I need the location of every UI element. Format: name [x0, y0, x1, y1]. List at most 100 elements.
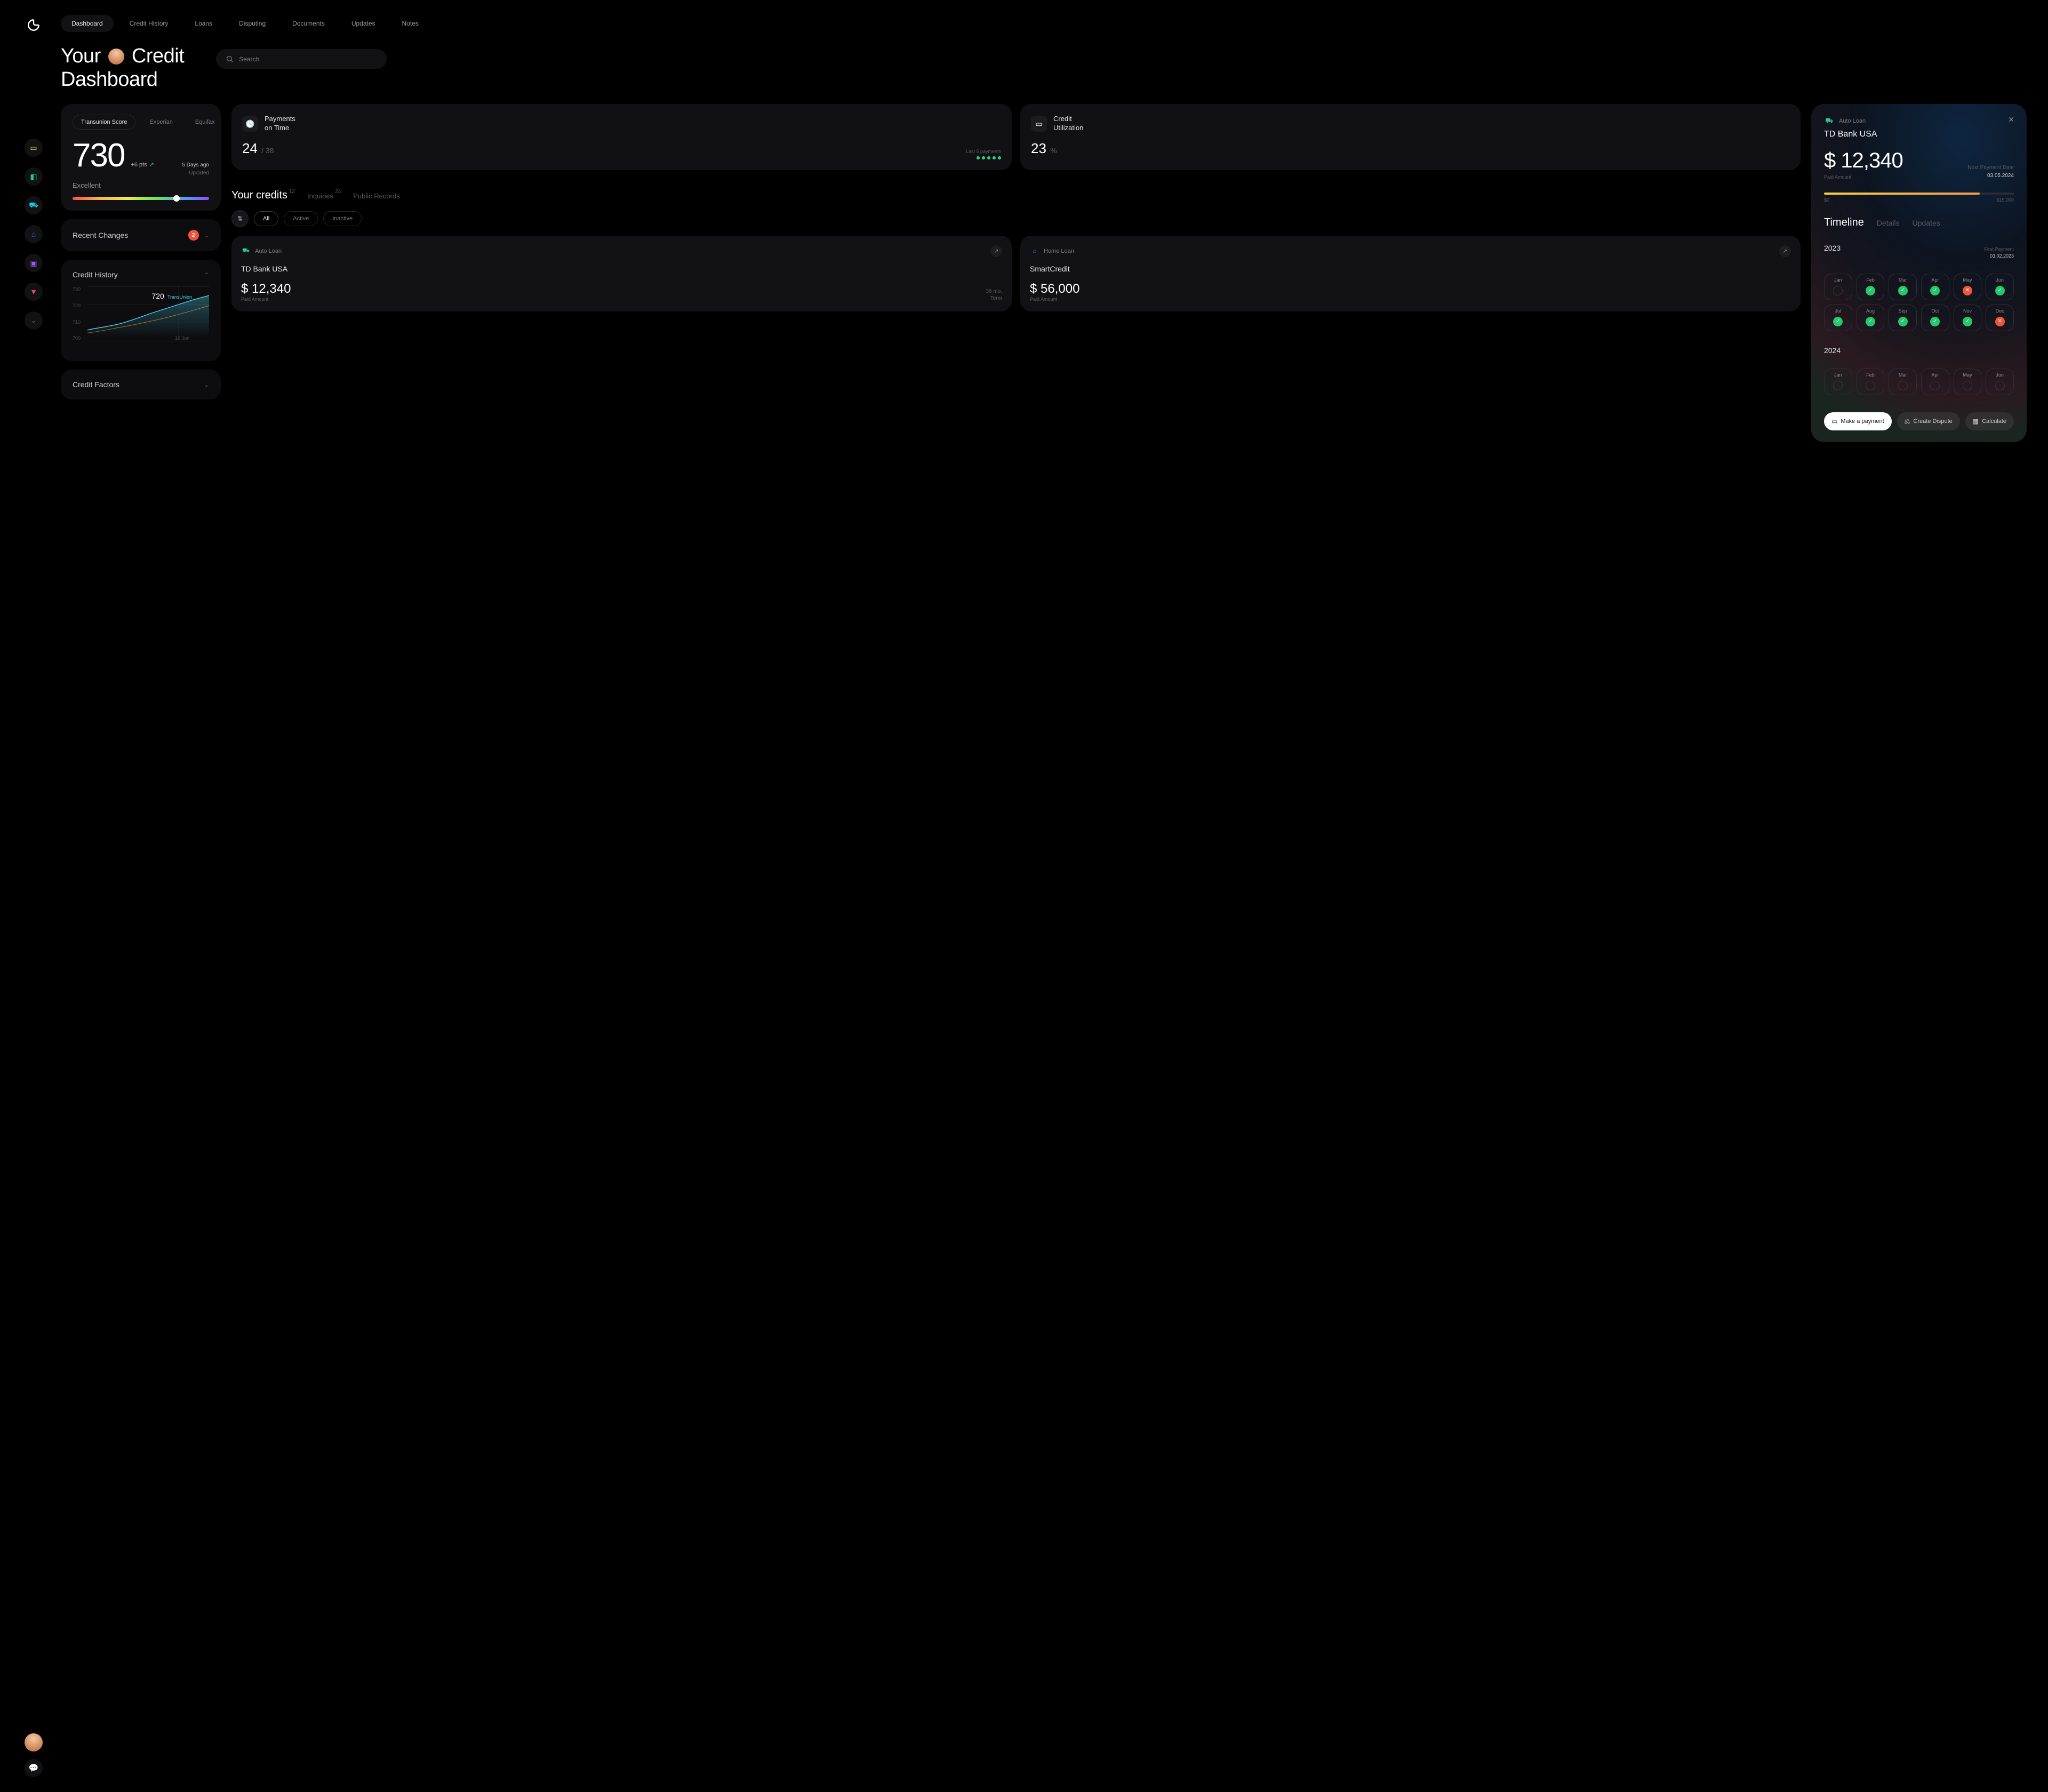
- search-input[interactable]: Search: [216, 49, 387, 69]
- card-icon: ▭: [1031, 116, 1047, 132]
- month-cell[interactable]: Jan: [1824, 369, 1852, 395]
- month-cell[interactable]: Feb: [1857, 369, 1885, 395]
- expand-icon[interactable]: ↗: [990, 245, 1002, 257]
- bureau-tab-transunion[interactable]: Transunion Score: [73, 115, 135, 130]
- chat-icon[interactable]: 💬: [25, 1759, 43, 1777]
- month-cell[interactable]: Jul✓: [1824, 305, 1852, 331]
- month-label: Apr: [1931, 372, 1939, 378]
- month-cell[interactable]: Sep✓: [1889, 305, 1917, 331]
- loan-card-td-bank[interactable]: ⛟ Auto Loan ↗ TD Bank USA $ 12,340 Paid …: [231, 236, 1012, 311]
- credit-utilization-card[interactable]: ▭ CreditUtilization 23 %: [1020, 104, 1801, 170]
- credit-factors-title: Credit Factors: [73, 380, 119, 389]
- rail-bag-icon[interactable]: ▣: [25, 254, 43, 272]
- x-icon: ✕: [1963, 286, 1972, 295]
- user-avatar[interactable]: [25, 1733, 43, 1751]
- rail-cash-icon[interactable]: ◧: [25, 167, 43, 186]
- month-label: May: [1963, 372, 1972, 378]
- month-cell[interactable]: Mar: [1889, 369, 1917, 395]
- nav-dashboard[interactable]: Dashboard: [61, 15, 114, 32]
- title-avatar: [108, 49, 124, 65]
- month-label: Jan: [1834, 277, 1842, 283]
- month-cell[interactable]: May: [1954, 369, 1982, 395]
- drawer-tab-updates[interactable]: Updates: [1913, 219, 1940, 227]
- filter-inactive[interactable]: Inactive: [323, 211, 362, 226]
- month-grid-2024: JanFeb Mar Apr May Jun: [1824, 369, 2014, 395]
- recent-changes-card[interactable]: Recent Changes 2 ⌄: [61, 219, 221, 251]
- month-cell[interactable]: Jun✓: [1986, 274, 2014, 300]
- drawer-tab-timeline[interactable]: Timeline: [1824, 217, 1864, 229]
- rail-credit-card-icon[interactable]: ▭: [25, 139, 43, 157]
- nav-documents[interactable]: Documents: [282, 15, 335, 32]
- month-label: Aug: [1866, 308, 1875, 314]
- empty-dot: [1833, 286, 1843, 295]
- create-dispute-button[interactable]: ⚖ Create Dispute: [1897, 412, 1960, 430]
- drawer-bank-name: TD Bank USA: [1824, 130, 2014, 139]
- month-cell[interactable]: Nov✓: [1954, 305, 1982, 331]
- payments-on-time-card[interactable]: 🕓 Paymentson Time 24 / 38 Last 5 payment…: [231, 104, 1012, 170]
- app-logo: [27, 18, 41, 32]
- month-cell[interactable]: May ✕: [1954, 274, 1982, 300]
- empty-dot: [1963, 381, 1972, 390]
- paid-amount-label: Paid Amount: [241, 297, 291, 302]
- month-label: Nov: [1963, 308, 1972, 314]
- make-payment-button[interactable]: ▭ Make a payment: [1824, 412, 1892, 430]
- top-nav: Dashboard Credit History Loans Disputing…: [61, 15, 2027, 32]
- sort-button[interactable]: ⇅: [231, 210, 249, 227]
- calculate-button[interactable]: ▦ Calculate: [1965, 412, 2014, 430]
- drawer-tab-details[interactable]: Details: [1877, 219, 1900, 227]
- month-cell[interactable]: Apr✓: [1921, 274, 1949, 300]
- rail-more-button[interactable]: ⌄: [25, 311, 43, 330]
- chevron-up-icon[interactable]: ⌃: [204, 271, 209, 278]
- month-label: Dec: [1996, 308, 2004, 314]
- month-cell[interactable]: Dec✕: [1986, 305, 2014, 331]
- close-icon[interactable]: ✕: [2005, 114, 2017, 125]
- rail-car-icon[interactable]: ⛟: [25, 196, 43, 214]
- credit-history-title: Credit History: [73, 270, 118, 279]
- month-label: Mar: [1899, 277, 1907, 283]
- month-label: May: [1963, 277, 1972, 283]
- home-icon: ⌂: [1030, 246, 1039, 256]
- loan-progress: $0 $15,000: [1824, 193, 2014, 203]
- page-title: Your Credit Dashboard: [61, 45, 184, 91]
- drawer-amount: $ 12,340: [1824, 149, 1903, 173]
- month-cell[interactable]: Jun: [1986, 369, 2014, 395]
- month-cell[interactable]: Feb✓: [1857, 274, 1885, 300]
- your-credits-tab[interactable]: Your credits12: [231, 189, 293, 202]
- filter-active[interactable]: Active: [284, 211, 318, 226]
- month-cell[interactable]: Jan: [1824, 274, 1852, 300]
- dispute-icon: ⚖: [1905, 418, 1910, 425]
- rail-student-icon[interactable]: ▼: [25, 283, 43, 301]
- empty-dot: [1930, 381, 1940, 390]
- loan-category: Home Loan: [1044, 248, 1074, 254]
- bureau-tab-equifax[interactable]: Equifax: [187, 115, 223, 130]
- nav-updates[interactable]: Updates: [341, 15, 386, 32]
- nav-loans[interactable]: Loans: [184, 15, 223, 32]
- rail-home-icon[interactable]: ⌂: [25, 225, 43, 243]
- chevron-down-icon: ⌄: [204, 381, 209, 388]
- score-spectrum: [73, 197, 209, 200]
- inquiries-tab[interactable]: Inquiries24: [307, 192, 339, 200]
- loan-amount: $ 56,000: [1030, 282, 1079, 297]
- month-cell[interactable]: Oct✓: [1921, 305, 1949, 331]
- nav-credit-history[interactable]: Credit History: [119, 15, 179, 32]
- month-cell[interactable]: Mar✓: [1889, 274, 1917, 300]
- car-icon: ⛟: [1824, 116, 1835, 126]
- drawer-paid-label: Paid Amount: [1824, 174, 1903, 180]
- nav-disputing[interactable]: Disputing: [228, 15, 276, 32]
- check-icon: ✓: [1866, 286, 1875, 295]
- credit-factors-card[interactable]: Credit Factors ⌄: [61, 370, 221, 399]
- month-cell[interactable]: Apr: [1921, 369, 1949, 395]
- empty-dot: [1866, 381, 1875, 390]
- public-records-tab[interactable]: Public Records: [353, 192, 399, 200]
- calculator-icon: ▦: [1973, 418, 1979, 425]
- loan-card-smartcredit[interactable]: ⌂ Home Loan ↗ SmartCredit $ 56,000 Paid …: [1020, 236, 1801, 311]
- car-icon: ⛟: [241, 246, 251, 256]
- month-label: Mar: [1899, 372, 1907, 378]
- month-cell[interactable]: Aug✓: [1857, 305, 1885, 331]
- expand-icon[interactable]: ↗: [1779, 245, 1791, 257]
- card-icon: ▭: [1831, 418, 1837, 425]
- bureau-tab-experian[interactable]: Experian: [141, 115, 181, 130]
- month-label: Apr: [1931, 277, 1939, 283]
- nav-notes[interactable]: Notes: [391, 15, 429, 32]
- filter-all[interactable]: All: [254, 211, 278, 226]
